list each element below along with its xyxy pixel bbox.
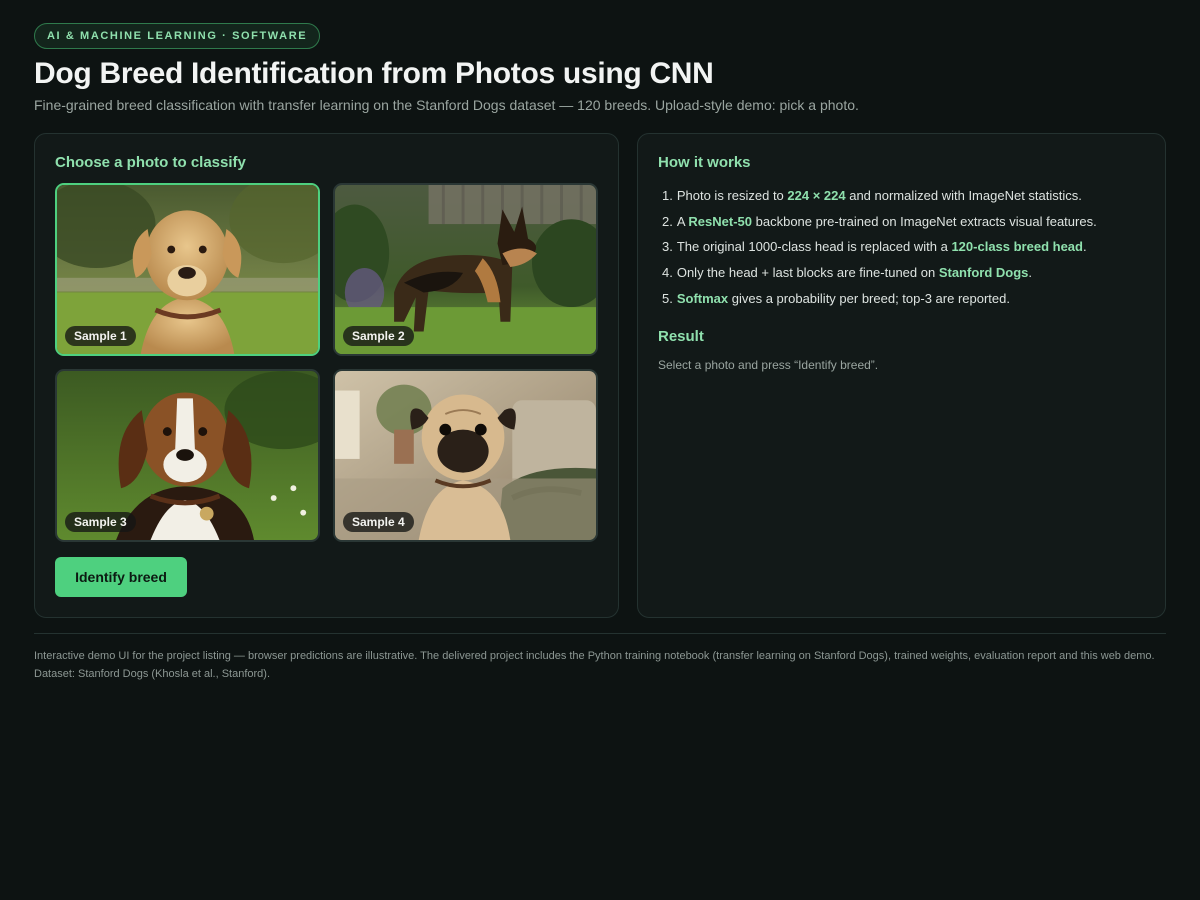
info-panel: How it works 1. Photo is resized to 224 ×… <box>637 133 1166 618</box>
step-item: 5. Softmax gives a probability per breed;… <box>662 290 1010 306</box>
sample-photo-1[interactable]: Sample 1 <box>55 183 320 356</box>
step-item: 4. Only the head + last blocks are fine-t… <box>662 265 1032 281</box>
result-heading: Result <box>658 328 704 345</box>
chooser-heading: Choose a photo to classify <box>55 154 246 171</box>
step-item: 3. The original 1000-class head is replac… <box>662 239 1087 255</box>
sample-label: Sample 1 <box>65 326 136 346</box>
sample-photo-4[interactable]: Sample 4 <box>333 369 598 542</box>
photo-chooser-panel: Choose a photo to classify Sample 1 Samp… <box>34 133 619 618</box>
step-item: 1. Photo is resized to 224 × 224 and norm… <box>662 188 1082 203</box>
steps-list: 1. Photo is resized to 224 × 224 and norm… <box>658 187 1148 315</box>
how-it-works-heading: How it works <box>658 154 751 171</box>
page: AI & MACHINE LEARNING · SOFTWARE Dog Bre… <box>0 0 1200 900</box>
step-item: 2. A ResNet-50 backbone pre-trained on Im… <box>662 213 1097 229</box>
result-text: Select a photo and press “Identify breed… <box>658 358 879 372</box>
panels: Choose a photo to classify Sample 1 Samp… <box>34 133 1166 618</box>
sample-label: Sample 2 <box>343 326 414 346</box>
identify-breed-button[interactable]: Identify breed <box>55 557 187 597</box>
page-title: Dog Breed Identification from Photos usi… <box>34 57 714 90</box>
sample-grid: Sample 1 Sample 2 Sample 3 Sample 4 <box>55 183 598 542</box>
page-subtitle: Fine-grained breed classification with t… <box>34 97 859 113</box>
footer-note: Interactive demo UI for the project list… <box>34 650 1155 680</box>
footer-divider <box>34 633 1166 634</box>
sample-photo-2[interactable]: Sample 2 <box>333 183 598 356</box>
sample-label: Sample 4 <box>343 512 414 532</box>
sample-photo-3[interactable]: Sample 3 <box>55 369 320 542</box>
category-badge: AI & MACHINE LEARNING · SOFTWARE <box>34 23 321 49</box>
sample-label: Sample 3 <box>65 512 136 532</box>
